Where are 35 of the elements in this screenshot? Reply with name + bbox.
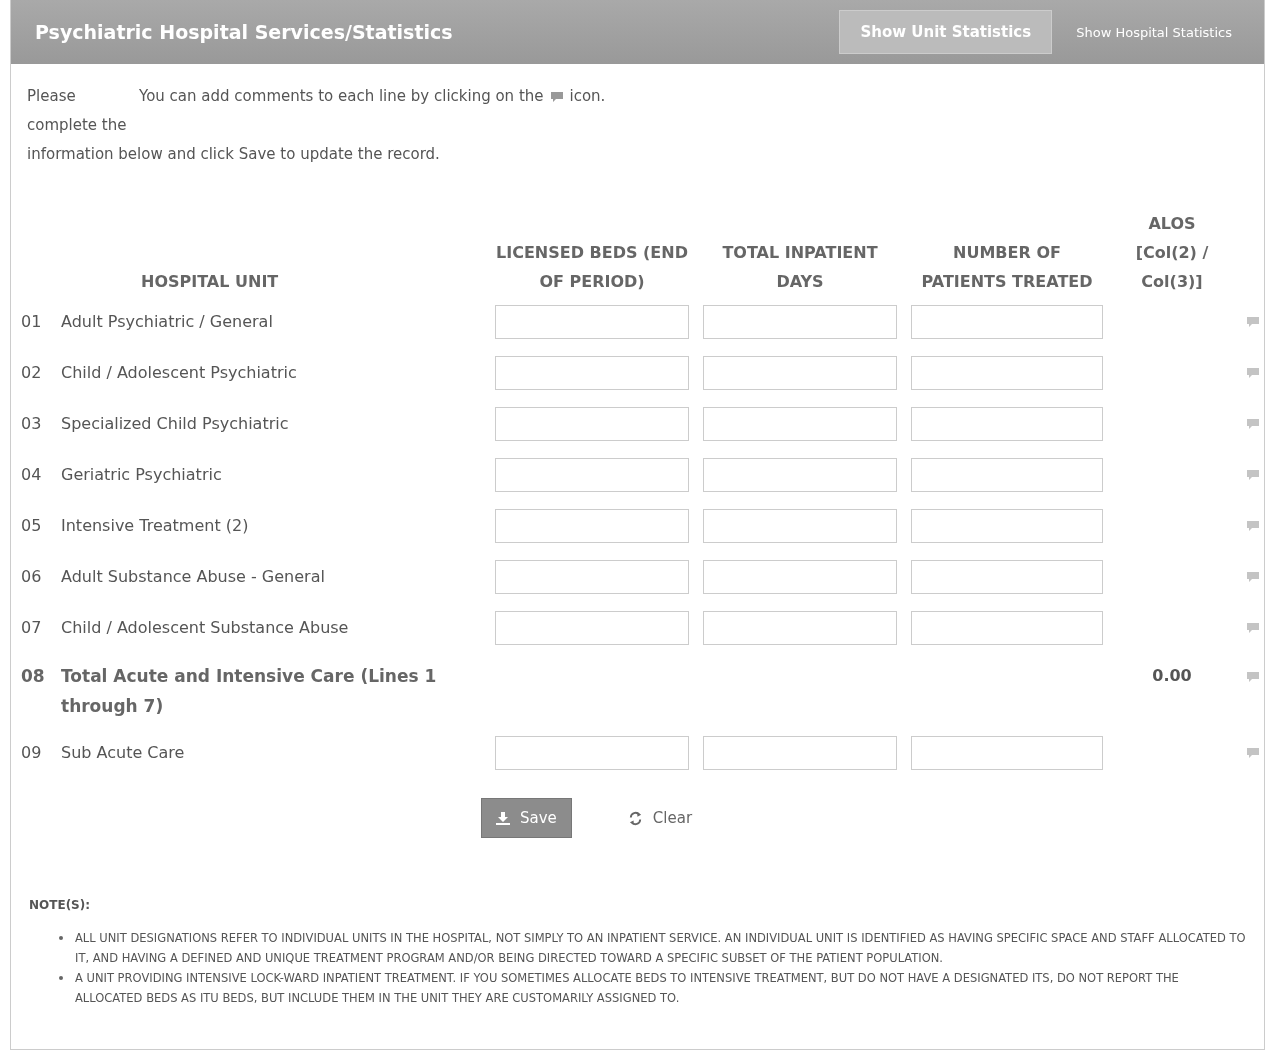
unit-label: Total Acute and Intensive Care (Lines 1 through 7) xyxy=(61,665,438,718)
line-number: 05 xyxy=(21,514,43,537)
line-number: 03 xyxy=(21,412,43,435)
column-header: LICENSED BEDS (END OF PERIOD) xyxy=(495,242,689,293)
line-number: 01 xyxy=(21,310,43,333)
unit-label: Specialized Child Psychiatric xyxy=(61,412,289,435)
intro-text: information below and click Save to update the record. xyxy=(27,144,441,165)
clear-button[interactable]: Clear xyxy=(621,798,699,838)
unit-label: Child / Adolescent Psychiatric xyxy=(61,361,297,384)
tab[interactable]: Show Hospital Statistics xyxy=(1062,10,1246,54)
column-header: NUMBER OF PATIENTS TREATED xyxy=(920,242,1094,293)
alos-value: 0.00 xyxy=(1152,666,1192,685)
unit-label: Geriatric Psychiatric xyxy=(61,463,222,486)
hint-text: You can add comments to each line by clicking on the xyxy=(139,86,544,107)
unit-label: Adult Psychiatric / General xyxy=(61,310,273,333)
note-text: A UNIT PROVIDING INTENSIVE LOCK-WARD INPATIENT TREATMENT. IF YOU SOMETIMES ALLOCATE BEDS TO INTENSIVE TREATMENT, BUT DO NOT HAVE A DESIGNATED ITS, DO NOT REPORT THE ALLOCATED BEDS AS ITU BEDS, BUT INCLUDE THEM IN THE UNIT THEY ARE CUSTOMARILY ASSIGNED TO. xyxy=(75,970,1180,1007)
notes-title: NOTE(S): xyxy=(29,898,92,912)
line-number: 09 xyxy=(21,741,43,764)
line-number: 08 xyxy=(21,665,46,688)
column-header: HOSPITAL UNIT xyxy=(140,271,280,293)
column-header: ALOS [Col(2) / Col(3)] xyxy=(1134,213,1210,293)
unit-label: Sub Acute Care xyxy=(61,741,185,764)
line-number: 06 xyxy=(21,565,43,588)
panel-title: Psychiatric Hospital Services/Statistics xyxy=(35,21,453,43)
hint-text: icon. xyxy=(569,86,606,107)
unit-label: Child / Adolescent Substance Abuse xyxy=(61,616,349,639)
note-text: ALL UNIT DESIGNATIONS REFER TO INDIVIDUAL UNITS IN THE HOSPITAL, NOT SIMPLY TO AN INPATIENT SERVICE. AN INDIVIDUAL UNIT IS IDENTIFIED AS HAVING SPECIFIC SPACE AND STAFF ALLOCATED TO IT, AND HAVING A DEFINED AND UNIQUE TREATMENT PROGRAM AND/OR BEING DIRECTED TOWARD A SPECIFIC SUBSET OF THE PATIENT POPULATION. xyxy=(75,930,1246,967)
column-header: TOTAL INPATIENT DAYS xyxy=(721,242,879,293)
line-number: 02 xyxy=(21,361,43,384)
save-button[interactable]: Save xyxy=(481,798,572,838)
line-number: 07 xyxy=(21,616,43,639)
unit-label: Intensive Treatment (2) xyxy=(61,514,249,537)
line-number: 04 xyxy=(21,463,43,486)
unit-label: Adult Substance Abuse - General xyxy=(61,565,325,588)
tab[interactable]: Show Unit Statistics xyxy=(839,10,1053,54)
